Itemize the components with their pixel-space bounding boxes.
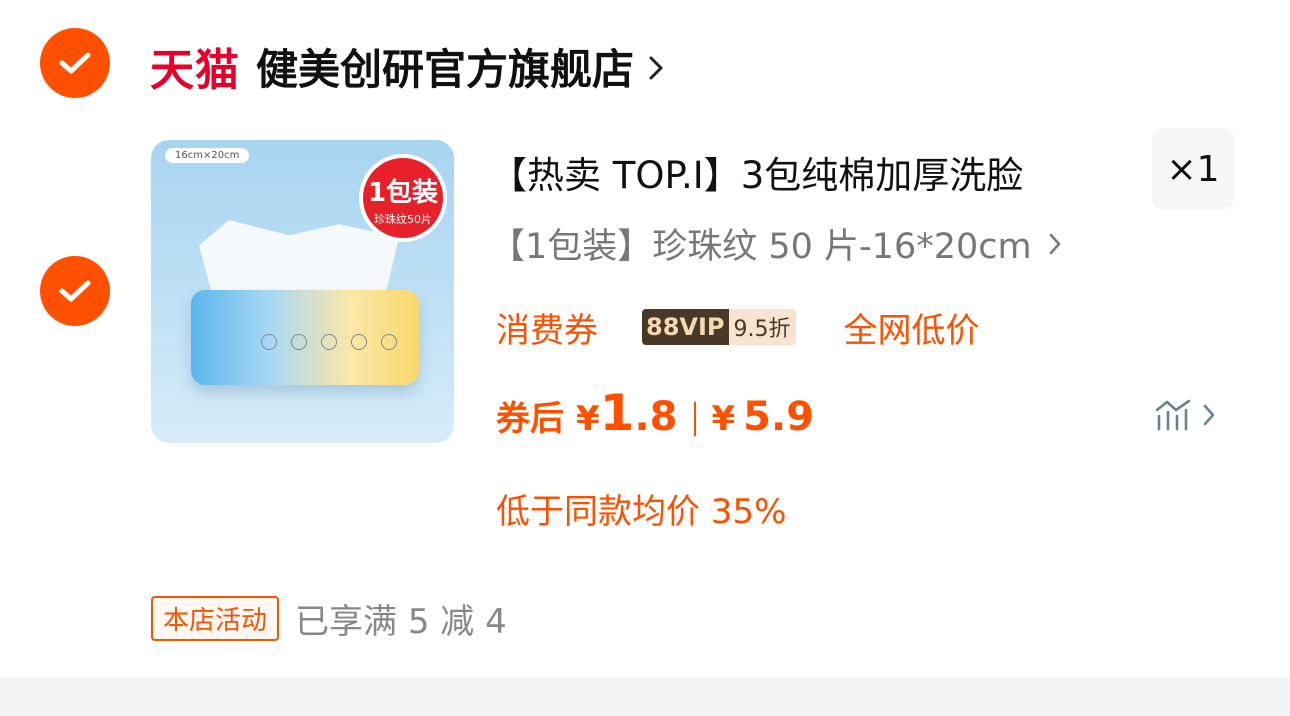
coupon-tag: 消费券 xyxy=(496,310,598,351)
price-trend-icon xyxy=(1155,399,1191,431)
tmall-logo: 天猫 xyxy=(150,45,240,96)
currency-symbol: ¥ xyxy=(711,399,736,439)
price-divider xyxy=(693,402,696,436)
check-icon xyxy=(59,52,91,74)
after-coupon-price-dec: .8 xyxy=(634,394,678,440)
shop-select-checkbox[interactable] xyxy=(40,28,110,98)
original-price: 5.9 xyxy=(743,394,815,440)
image-size-tag: 16cm×20cm xyxy=(165,148,250,163)
store-activity[interactable]: 本店活动 已享满 5 减 4 xyxy=(151,594,507,643)
currency-symbol: ¥ xyxy=(576,399,600,439)
product-title[interactable]: 【热卖 TOP.I】3包纯棉加厚洗脸 xyxy=(490,145,1023,199)
shop-name: 健美创研官方旗舰店 xyxy=(256,44,635,94)
chevron-right-icon xyxy=(1049,233,1060,254)
tissue-pack-illustration xyxy=(191,290,419,385)
shop-header[interactable]: 天猫 健美创研官方旗舰店 xyxy=(150,36,664,96)
price-trend-button[interactable] xyxy=(1154,398,1216,432)
check-icon xyxy=(59,280,91,302)
pack-badge: 1包装 珍珠纹50片 xyxy=(359,154,447,242)
lowest-price-tag: 全网低价 xyxy=(843,310,980,351)
chevron-right-icon xyxy=(1203,404,1215,426)
store-activity-text: 已享满 5 减 4 xyxy=(295,602,507,642)
after-coupon-label: 券后 xyxy=(496,399,564,439)
quantity-button[interactable]: ×1 xyxy=(1152,128,1234,210)
after-coupon-price-int: 1 xyxy=(599,384,635,442)
product-image[interactable]: 16cm×20cm 1包装 珍珠纹50片 xyxy=(151,140,454,443)
sku-label: 【1包装】珍珠纹 50 片-16*20cm xyxy=(490,227,1032,267)
chevron-right-icon xyxy=(649,56,663,80)
vip-discount-tag: 88VIP 9.5折 xyxy=(642,309,796,345)
below-average-text: 低于同款均价 35% xyxy=(496,492,787,532)
price-row: 券后 ¥ 1 .8 ¥ 5.9 xyxy=(496,384,814,454)
store-activity-tag: 本店活动 xyxy=(151,596,280,641)
promo-tags: 消费券 88VIP 9.5折 全网低价 xyxy=(496,302,980,352)
section-divider xyxy=(0,678,1290,716)
sku-selector[interactable]: 【1包装】珍珠纹 50 片-16*20cm xyxy=(490,218,1062,269)
item-select-checkbox[interactable] xyxy=(40,256,110,326)
